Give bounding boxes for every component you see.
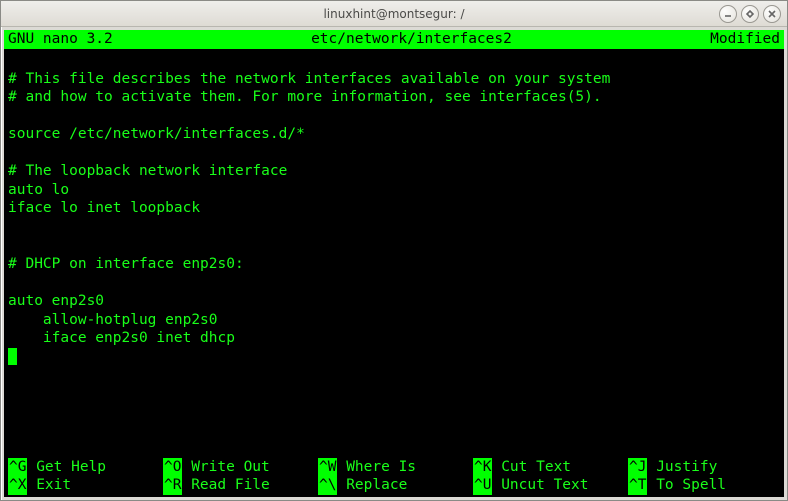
shortcut-row-2: ^X Exit^R Read File^\ Replace^U Uncut Te… xyxy=(8,476,780,495)
minimize-button[interactable] xyxy=(719,5,737,23)
shortcut-key: ^W xyxy=(318,458,337,477)
editor-line[interactable]: # This file describes the network interf… xyxy=(8,70,780,89)
shortcut-label: Read File xyxy=(182,476,269,495)
maximize-button[interactable] xyxy=(741,5,759,23)
shortcut-key: ^T xyxy=(628,476,647,495)
editor-line[interactable] xyxy=(8,144,780,163)
editor-line[interactable]: iface enp2s0 inet dhcp xyxy=(8,329,780,348)
shortcut-item: ^O Write Out xyxy=(163,458,318,477)
shortcut-item: ^X Exit xyxy=(8,476,163,495)
shortcut-key: ^X xyxy=(8,476,27,495)
nano-version: GNU nano 3.2 xyxy=(8,30,113,49)
shortcut-item: ^\ Replace xyxy=(318,476,473,495)
editor-line[interactable] xyxy=(8,218,780,237)
shortcut-label: Cut Text xyxy=(492,458,571,477)
terminal-viewport[interactable]: GNU nano 3.2 etc/network/interfaces2 Mod… xyxy=(4,30,784,497)
shortcut-item: ^J Justify xyxy=(628,458,783,477)
editor-line[interactable]: # The loopback network interface xyxy=(8,162,780,181)
window-controls xyxy=(719,5,781,23)
shortcut-item: ^G Get Help xyxy=(8,458,163,477)
window-titlebar[interactable]: linuxhint@montsegur: / xyxy=(1,1,787,27)
shortcut-label: Replace xyxy=(337,476,407,495)
shortcut-key: ^K xyxy=(473,458,492,477)
shortcut-key: ^U xyxy=(473,476,492,495)
editor-line[interactable] xyxy=(8,51,780,70)
shortcut-key: ^G xyxy=(8,458,27,477)
shortcut-row-1: ^G Get Help^O Write Out^W Where Is^K Cut… xyxy=(8,458,780,477)
shortcut-label: Get Help xyxy=(27,458,106,477)
shortcut-label: Where Is xyxy=(337,458,416,477)
shortcut-item: ^R Read File xyxy=(163,476,318,495)
shortcut-key: ^J xyxy=(628,458,647,477)
shortcut-item: ^T To Spell xyxy=(628,476,783,495)
shortcut-item: ^K Cut Text xyxy=(473,458,628,477)
editor-line[interactable] xyxy=(8,274,780,293)
shortcut-label: Justify xyxy=(647,458,717,477)
shortcut-label: Write Out xyxy=(182,458,269,477)
editor-line[interactable] xyxy=(8,107,780,126)
editor-line[interactable]: iface lo inet loopback xyxy=(8,199,780,218)
close-button[interactable] xyxy=(763,5,781,23)
window-title: linuxhint@montsegur: / xyxy=(323,7,464,21)
editor-line[interactable]: allow-hotplug enp2s0 xyxy=(8,311,780,330)
nano-shortcut-bar: ^G Get Help^O Write Out^W Where Is^K Cut… xyxy=(4,458,784,497)
shortcut-key: ^R xyxy=(163,476,182,495)
editor-line[interactable]: auto lo xyxy=(8,181,780,200)
editor-line[interactable]: # and how to activate them. For more inf… xyxy=(8,88,780,107)
editor-line[interactable] xyxy=(8,348,780,367)
close-icon xyxy=(767,9,777,19)
editor-line[interactable]: auto enp2s0 xyxy=(8,292,780,311)
editor-line[interactable]: source /etc/network/interfaces.d/* xyxy=(8,125,780,144)
nano-filepath: etc/network/interfaces2 xyxy=(113,30,710,49)
nano-header-bar: GNU nano 3.2 etc/network/interfaces2 Mod… xyxy=(4,30,784,49)
maximize-icon xyxy=(745,9,755,19)
editor-line[interactable]: # DHCP on interface enp2s0: xyxy=(8,255,780,274)
text-cursor xyxy=(8,348,17,365)
shortcut-label: To Spell xyxy=(647,476,726,495)
shortcut-key: ^O xyxy=(163,458,182,477)
minimize-icon xyxy=(723,9,733,19)
editor-content[interactable]: # This file describes the network interf… xyxy=(4,49,784,366)
shortcut-item: ^W Where Is xyxy=(318,458,473,477)
nano-status: Modified xyxy=(710,30,780,49)
editor-line[interactable] xyxy=(8,236,780,255)
shortcut-label: Exit xyxy=(27,476,71,495)
shortcut-item: ^U Uncut Text xyxy=(473,476,628,495)
terminal-window: linuxhint@montsegur: / GNU nano 3.2 etc/… xyxy=(0,0,788,501)
shortcut-key: ^\ xyxy=(318,476,337,495)
shortcut-label: Uncut Text xyxy=(492,476,588,495)
